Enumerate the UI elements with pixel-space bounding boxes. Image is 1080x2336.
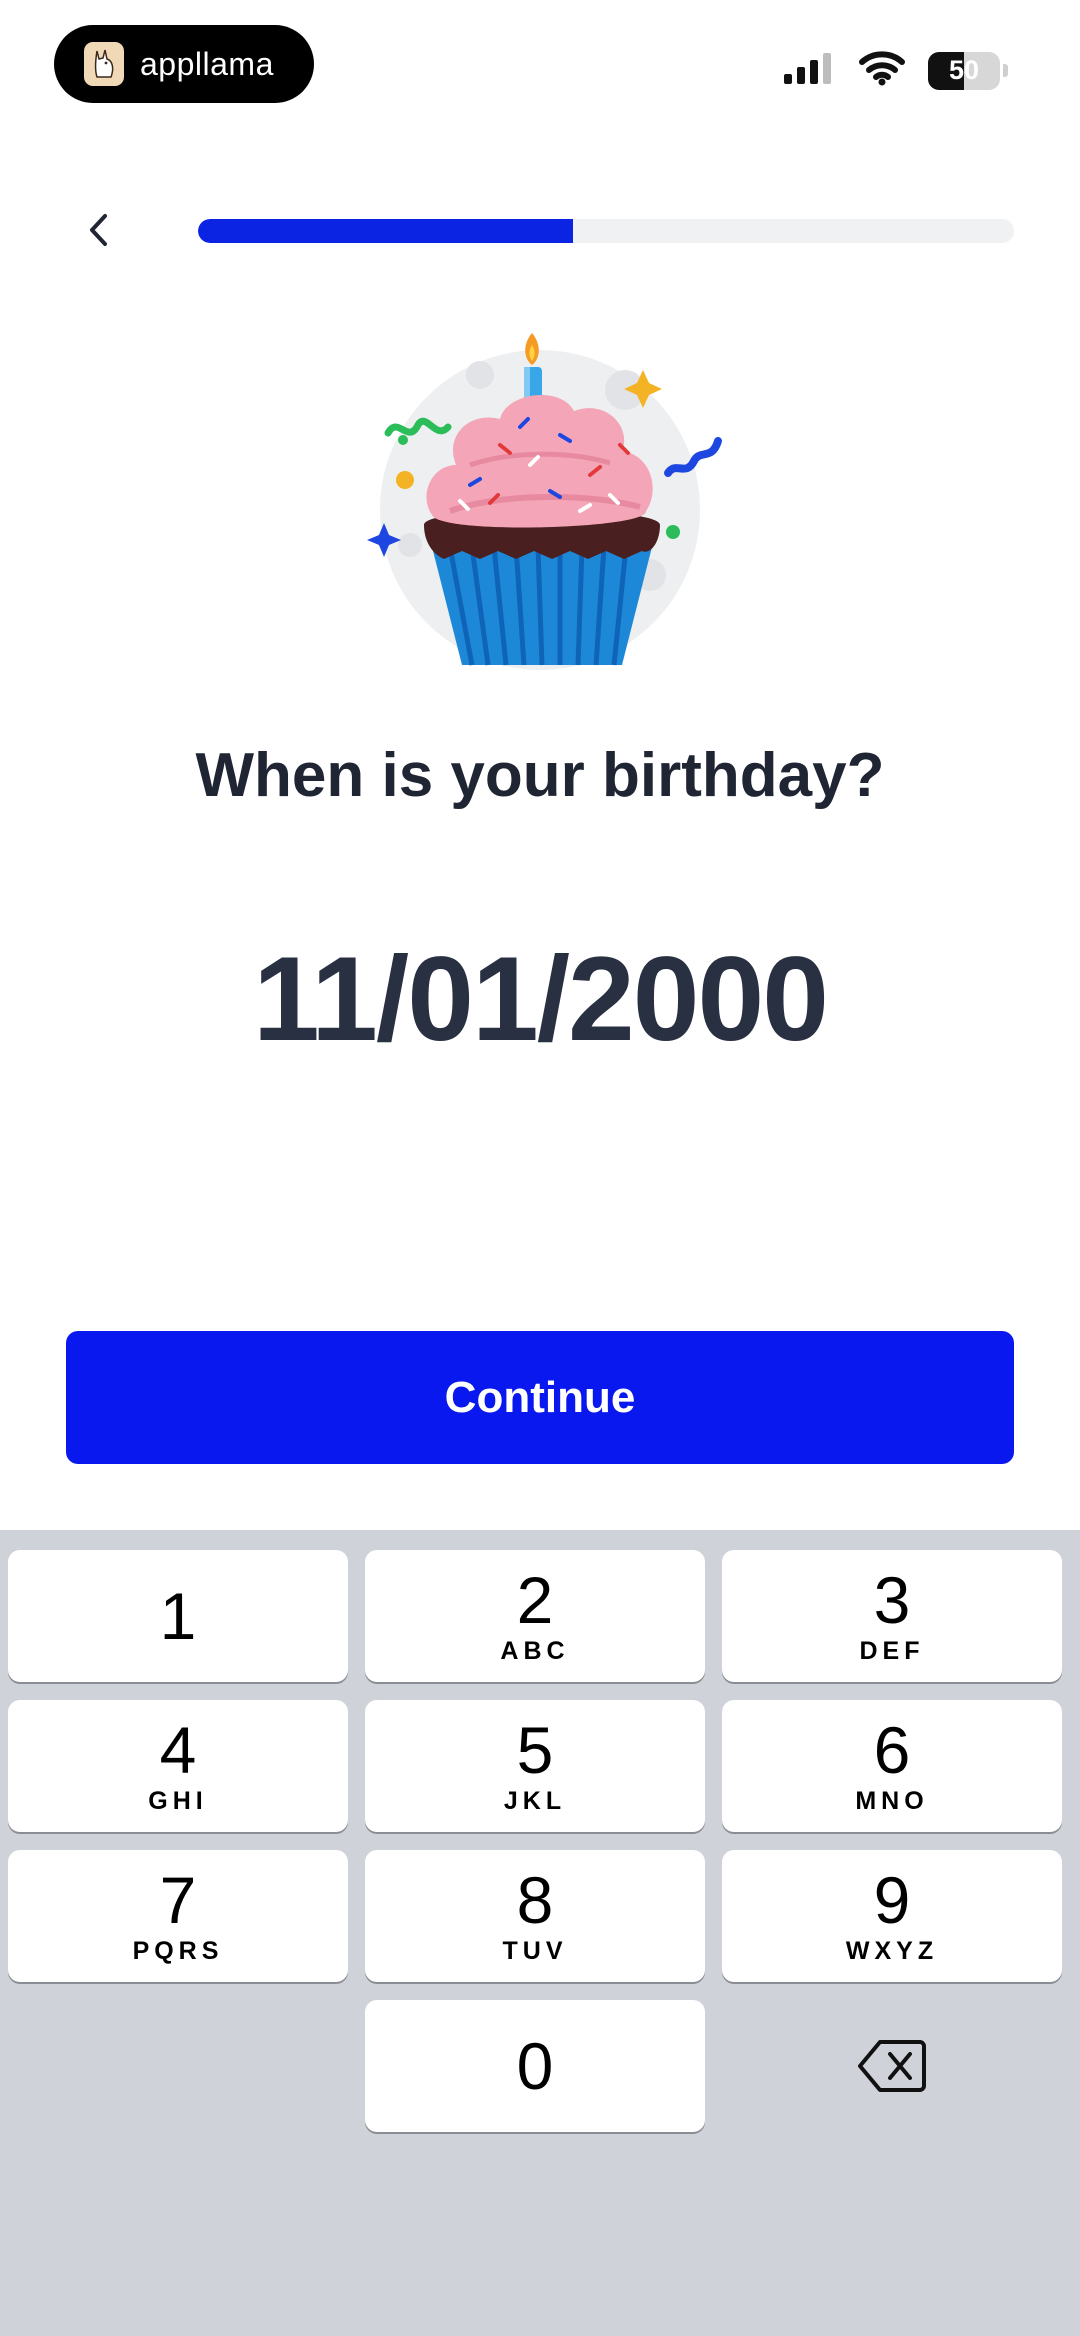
key-digit: 0 [516, 2029, 554, 2103]
keypad-key-8[interactable]: 8 TUV [365, 1850, 705, 1982]
key-digit: 7 [159, 1862, 197, 1937]
key-digit: 8 [516, 1862, 554, 1937]
keypad-key-4[interactable]: 4 GHI [8, 1700, 348, 1832]
app-name: appllama [140, 45, 274, 82]
keypad-key-7[interactable]: 7 PQRS [8, 1850, 348, 1982]
key-digit: 1 [159, 1579, 197, 1653]
key-digit: 5 [516, 1712, 554, 1787]
key-letters: PQRS [132, 1936, 224, 1965]
status-bar: appllama 50 [0, 0, 1080, 120]
key-letters: TUV [502, 1936, 568, 1965]
keypad-key-9[interactable]: 9 WXYZ [722, 1850, 1062, 1982]
status-icons: 50 [782, 50, 1008, 91]
keypad-key-1[interactable]: 1 [8, 1550, 348, 1682]
onboarding-header [0, 205, 1080, 255]
cupcake-illustration [360, 315, 730, 675]
cupcake-icon [367, 333, 722, 670]
key-digit: 3 [873, 1562, 911, 1637]
numeric-keypad: 1 2 ABC 3 DEF 4 GHI 5 JKL 6 MNO 7 PQRS 8… [0, 1530, 1080, 2336]
cellular-signal-icon [782, 52, 836, 89]
key-digit: 9 [873, 1862, 911, 1937]
key-letters: WXYZ [845, 1936, 939, 1965]
delete-button[interactable] [722, 2000, 1062, 2132]
key-letters: GHI [148, 1786, 208, 1815]
continue-button[interactable]: Continue [66, 1331, 1014, 1464]
battery-level-text: 50 [948, 55, 980, 85]
keypad-key-6[interactable]: 6 MNO [722, 1700, 1062, 1832]
key-digit: 4 [159, 1712, 197, 1787]
key-digit: 2 [516, 1562, 554, 1637]
chevron-left-icon [90, 214, 107, 246]
back-button[interactable] [70, 205, 126, 255]
birthday-input[interactable]: 11/01/2000 [0, 930, 1080, 1068]
battery-icon: 50 [928, 51, 1008, 90]
key-letters: ABC [500, 1636, 570, 1665]
progress-bar-fill [198, 219, 574, 243]
key-letters: JKL [503, 1786, 567, 1815]
key-letters: MNO [855, 1786, 929, 1815]
llama-logo-icon [84, 42, 124, 86]
app-indicator-pill[interactable]: appllama [54, 25, 314, 103]
keypad-key-5[interactable]: 5 JKL [365, 1700, 705, 1832]
keypad-key-0[interactable]: 0 [365, 2000, 705, 2132]
keypad-key-3[interactable]: 3 DEF [722, 1550, 1062, 1682]
key-letters: DEF [859, 1636, 925, 1665]
page-title: When is your birthday? [195, 741, 885, 810]
key-digit: 6 [873, 1712, 911, 1787]
backspace-icon [858, 2040, 926, 2092]
wifi-icon [858, 50, 906, 91]
progress-bar [198, 219, 1014, 243]
keypad-key-2[interactable]: 2 ABC [365, 1550, 705, 1682]
